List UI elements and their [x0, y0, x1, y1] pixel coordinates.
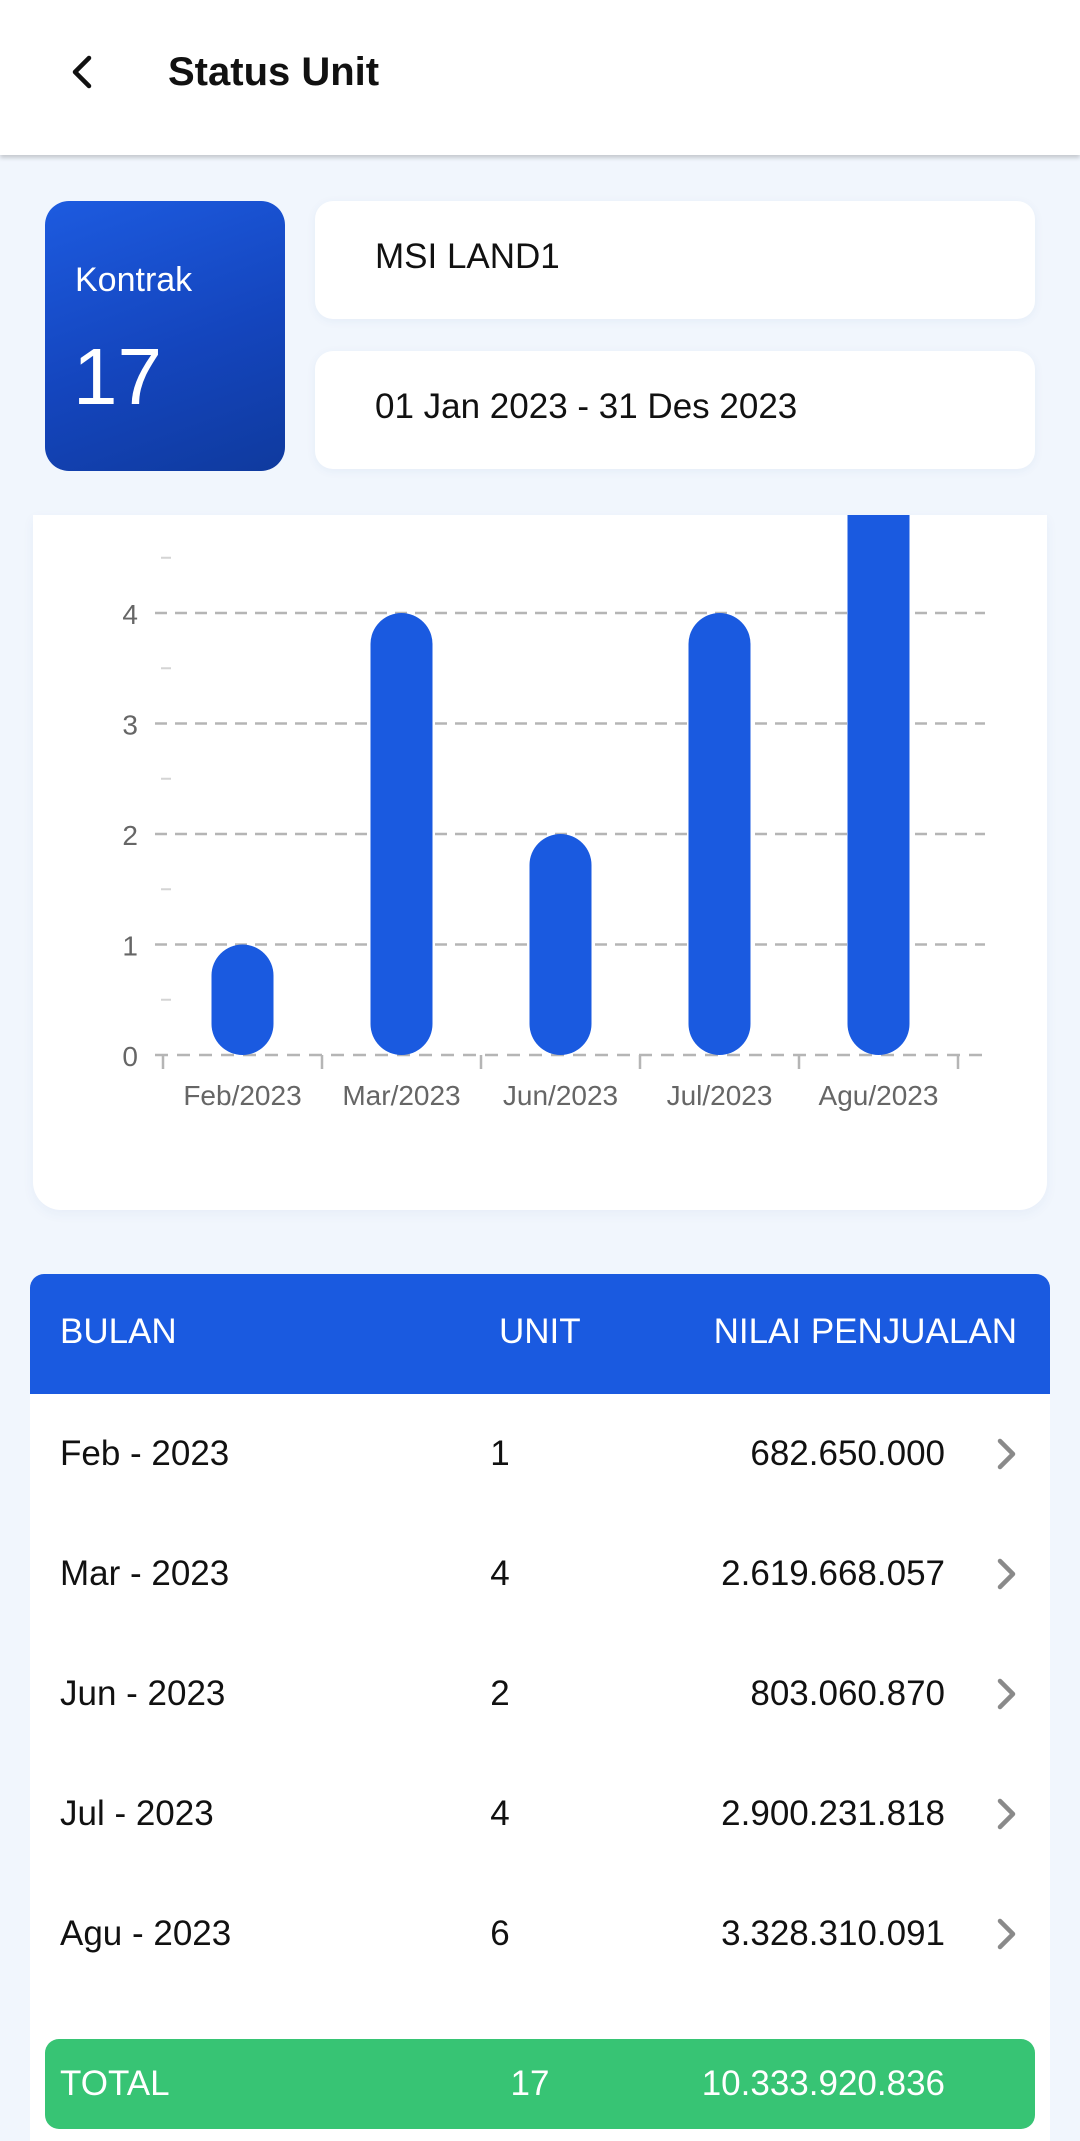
- row-month: Jul - 2023: [60, 1794, 214, 1833]
- period-range: 01 Jan 2023 - 31 Des 2023: [375, 387, 798, 426]
- chevron-right-icon[interactable]: [982, 1670, 1030, 1718]
- chart-bar: [847, 515, 910, 1055]
- monthly-unit-bar-chart: 0 1 2 3 4 Feb/2023 Mar/2023 Jun/2023 Jul/2023 Agu…: [122, 515, 985, 1111]
- x-tick-label: Jun/2023: [503, 1080, 618, 1111]
- chart-bar: [211, 944, 274, 1055]
- total-value: 10.333.920.836: [701, 2064, 945, 2103]
- row-value: 3.328.310.091: [721, 1914, 945, 1953]
- table-row[interactable]: Feb - 2023 1 682.650.000: [30, 1394, 1050, 1514]
- chevron-right-icon[interactable]: [982, 1550, 1030, 1598]
- row-unit: 2: [490, 1674, 510, 1713]
- kontrak-card: Kontrak 17: [45, 201, 285, 471]
- row-value: 2.900.231.818: [721, 1794, 945, 1833]
- chart-card: 0 1 2 3 4 Feb/2023 Mar/2023 Jun/2023 Jul/2023 Agu…: [33, 515, 1047, 1210]
- row-month: Feb - 2023: [60, 1434, 230, 1473]
- header-month: BULAN: [60, 1312, 177, 1351]
- page-title: Status Unit: [168, 50, 380, 94]
- table-header: BULAN UNIT NILAI PENJUALAN: [30, 1274, 1050, 1394]
- row-month: Agu - 2023: [60, 1914, 232, 1953]
- table-row[interactable]: Mar - 2023 4 2.619.668.057: [30, 1514, 1050, 1634]
- header-value: NILAI PENJUALAN: [713, 1312, 1017, 1351]
- table-row[interactable]: Jun - 2023 2 803.060.870: [30, 1634, 1050, 1754]
- table-row[interactable]: Jul - 2023 4 2.900.231.818: [30, 1754, 1050, 1874]
- x-tick-label: Jul/2023: [667, 1080, 773, 1111]
- total-label: TOTAL: [60, 2064, 170, 2103]
- row-unit: 1: [490, 1434, 510, 1473]
- y-tick-label: 1: [122, 931, 138, 962]
- chevron-right-icon[interactable]: [982, 1430, 1030, 1478]
- chart-bar: [529, 834, 592, 1055]
- chevron-right-icon[interactable]: [982, 1910, 1030, 1958]
- chart-bar: [370, 613, 433, 1055]
- header-unit: UNIT: [499, 1312, 581, 1351]
- chart-bar: [688, 613, 751, 1055]
- project-name: MSI LAND1: [375, 237, 560, 276]
- y-tick-label: 3: [122, 710, 138, 741]
- x-tick-label: Agu/2023: [819, 1080, 939, 1111]
- row-value: 682.650.000: [750, 1434, 945, 1473]
- row-unit: 4: [490, 1794, 510, 1833]
- chevron-right-icon[interactable]: [982, 1790, 1030, 1838]
- x-tick-label: Feb/2023: [183, 1080, 301, 1111]
- row-unit: 6: [490, 1914, 510, 1953]
- row-value: 803.060.870: [750, 1674, 945, 1713]
- total-unit: 17: [510, 2064, 550, 2103]
- back-arrow-icon: [72, 55, 92, 89]
- back-button[interactable]: [52, 40, 116, 104]
- project-selector[interactable]: MSI LAND1: [315, 201, 1035, 319]
- y-tick-label: 4: [122, 599, 138, 630]
- kontrak-value: 17: [73, 332, 162, 421]
- row-month: Mar - 2023: [60, 1554, 230, 1593]
- total-row: TOTAL 17 10.333.920.836: [45, 2039, 1035, 2129]
- app-bar: Status Unit: [0, 0, 1080, 155]
- row-value: 2.619.668.057: [721, 1554, 945, 1593]
- y-tick-label: 0: [122, 1041, 138, 1072]
- period-selector[interactable]: 01 Jan 2023 - 31 Des 2023: [315, 351, 1035, 469]
- sales-table: BULAN UNIT NILAI PENJUALAN Feb - 2023 1 …: [30, 1274, 1050, 2141]
- table-row[interactable]: Agu - 2023 6 3.328.310.091: [30, 1874, 1050, 1994]
- y-tick-label: 2: [122, 820, 138, 851]
- kontrak-label: Kontrak: [75, 261, 193, 299]
- x-tick-label: Mar/2023: [342, 1080, 460, 1111]
- row-unit: 4: [490, 1554, 510, 1593]
- row-month: Jun - 2023: [60, 1674, 226, 1713]
